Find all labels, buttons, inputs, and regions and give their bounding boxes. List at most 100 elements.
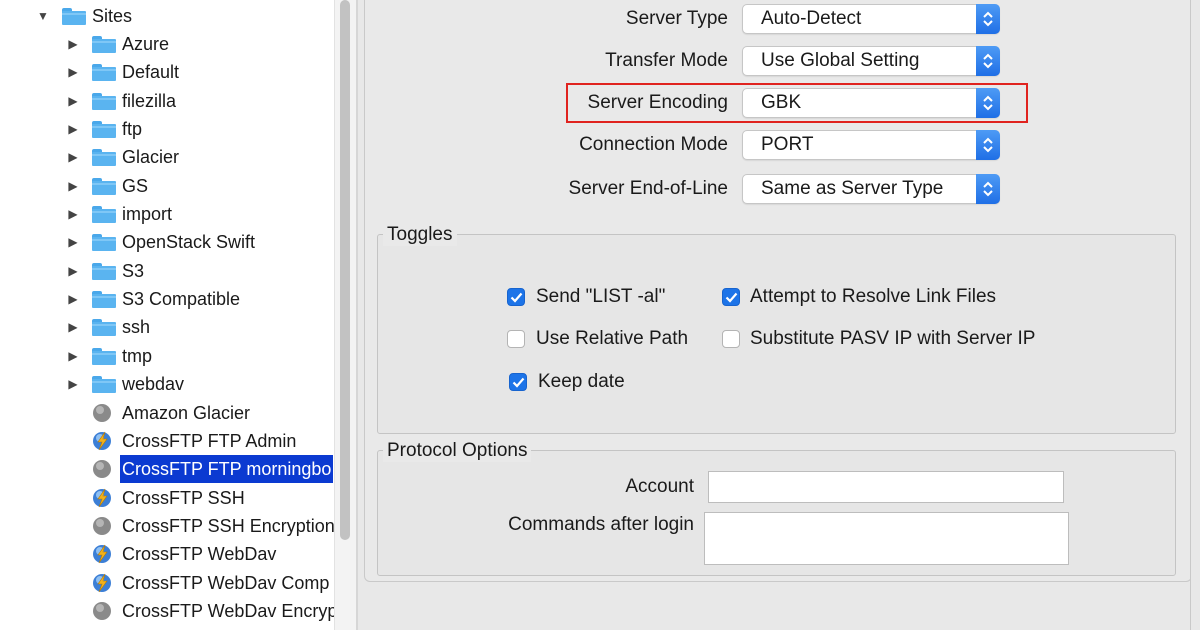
account-input[interactable] xyxy=(708,471,1064,503)
gray-globe-icon xyxy=(93,517,111,535)
collapse-arrow-icon[interactable]: ▼ xyxy=(36,2,50,30)
folder-icon xyxy=(92,93,116,110)
substitute-pasv-checkbox[interactable] xyxy=(722,330,740,348)
tree-site-label: CrossFTP FTP morningbo xyxy=(120,455,334,483)
server-type-select[interactable]: Auto-Detect xyxy=(742,4,1000,34)
folder-icon xyxy=(92,64,116,81)
tree-folder-label: ftp xyxy=(122,119,143,139)
tree-folder[interactable]: ▶ S3 Compatible xyxy=(0,285,334,313)
tree-site[interactable]: CrossFTP SSH Encryption xyxy=(0,512,334,540)
commands-after-login-label: Commands after login xyxy=(508,514,694,535)
toggles-title: Toggles xyxy=(383,224,457,246)
tree-folder-label: S3 xyxy=(122,261,145,281)
tree-folder[interactable]: ▶ ftp xyxy=(0,115,334,143)
gray-globe-icon xyxy=(93,602,111,620)
checkmark-icon xyxy=(725,292,738,303)
commands-after-login-textarea[interactable] xyxy=(704,512,1069,565)
tree-site[interactable]: CrossFTP WebDav Comp xyxy=(0,569,334,597)
expand-arrow-icon[interactable]: ▶ xyxy=(66,87,80,115)
tree-folder[interactable]: ▶ ssh xyxy=(0,313,334,341)
chevron-updown-icon[interactable] xyxy=(976,46,1000,76)
tree-folder[interactable]: ▶ import xyxy=(0,200,334,228)
transfer-mode-value: Use Global Setting xyxy=(761,50,920,71)
tree-root-sites[interactable]: ▼ Sites xyxy=(0,2,334,30)
server-eol-value: Same as Server Type xyxy=(761,178,944,199)
folder-icon xyxy=(92,149,116,166)
expand-arrow-icon[interactable]: ▶ xyxy=(66,143,80,171)
account-label: Account xyxy=(625,476,694,497)
transfer-mode-select[interactable]: Use Global Setting xyxy=(742,46,1000,76)
expand-arrow-icon[interactable]: ▶ xyxy=(66,257,80,285)
expand-arrow-icon[interactable]: ▶ xyxy=(66,313,80,341)
server-eol-label: Server End-of-Line xyxy=(568,178,728,199)
folder-icon xyxy=(92,36,116,53)
folder-icon xyxy=(92,291,116,308)
expand-arrow-icon[interactable]: ▶ xyxy=(66,342,80,370)
expand-arrow-icon[interactable]: ▶ xyxy=(66,200,80,228)
chevron-updown-icon[interactable] xyxy=(976,174,1000,204)
expand-arrow-icon[interactable]: ▶ xyxy=(66,285,80,313)
tree-folder[interactable]: ▶ S3 xyxy=(0,257,334,285)
expand-arrow-icon[interactable]: ▶ xyxy=(66,228,80,256)
folder-icon xyxy=(92,376,116,393)
tree-folder[interactable]: ▶ Default xyxy=(0,58,334,86)
tree-site[interactable]: CrossFTP WebDav xyxy=(0,540,334,568)
tree-folder[interactable]: ▶ Azure xyxy=(0,30,334,58)
substitute-pasv-label[interactable]: Substitute PASV IP with Server IP xyxy=(750,328,1035,350)
folder-icon xyxy=(92,206,116,223)
tree-site-label: CrossFTP WebDav Comp xyxy=(122,573,330,593)
tree-folder-label: S3 Compatible xyxy=(122,289,241,309)
tree-folder[interactable]: ▶ OpenStack Swift xyxy=(0,228,334,256)
tree-site[interactable]: Amazon Glacier xyxy=(0,399,334,427)
lightning-globe-icon xyxy=(93,544,111,564)
expand-arrow-icon[interactable]: ▶ xyxy=(66,115,80,143)
expand-arrow-icon[interactable]: ▶ xyxy=(66,58,80,86)
tree-site-selected[interactable]: CrossFTP FTP morningbo xyxy=(0,455,334,483)
tree-folder[interactable]: ▶ tmp xyxy=(0,342,334,370)
tree-site[interactable]: CrossFTP WebDav Encryp xyxy=(0,597,334,625)
tree-folder[interactable]: ▶ webdav xyxy=(0,370,334,398)
tree-site[interactable]: CrossFTP FTP Admin xyxy=(0,427,334,455)
relative-path-label[interactable]: Use Relative Path xyxy=(536,328,688,350)
tree-folder[interactable]: ▶ filezilla xyxy=(0,87,334,115)
connection-mode-select[interactable]: PORT xyxy=(742,130,1000,160)
transfer-mode-label: Transfer Mode xyxy=(605,50,728,71)
keep-date-label[interactable]: Keep date xyxy=(538,371,625,393)
tree-site[interactable]: CrossFTP SSH xyxy=(0,484,334,512)
tree-folder-label: import xyxy=(122,204,173,224)
resolve-links-checkbox[interactable] xyxy=(722,288,740,306)
folder-icon xyxy=(92,263,116,280)
folder-icon xyxy=(62,8,86,25)
tree-folder-label: Default xyxy=(122,62,180,82)
tree-folder-label: filezilla xyxy=(122,91,177,111)
chevron-updown-icon[interactable] xyxy=(976,4,1000,34)
expand-arrow-icon[interactable]: ▶ xyxy=(66,370,80,398)
send-list-label[interactable]: Send "LIST -al" xyxy=(536,286,665,308)
tree-folder-label: Glacier xyxy=(122,147,180,167)
protocol-options-title: Protocol Options xyxy=(383,440,532,462)
tree-site-label: CrossFTP SSH xyxy=(122,488,245,508)
connection-mode-value: PORT xyxy=(761,134,814,155)
tree-folder[interactable]: ▶ Glacier xyxy=(0,143,334,171)
tree-folder-label: GS xyxy=(122,176,149,196)
tree-scrollbar-thumb[interactable] xyxy=(340,0,350,540)
server-type-label: Server Type xyxy=(625,8,728,29)
expand-arrow-icon[interactable]: ▶ xyxy=(66,30,80,58)
server-eol-select[interactable]: Same as Server Type xyxy=(742,174,1000,204)
tree-site-label: Amazon Glacier xyxy=(122,403,251,423)
folder-icon xyxy=(92,121,116,138)
relative-path-checkbox[interactable] xyxy=(507,330,525,348)
keep-date-checkbox[interactable] xyxy=(509,373,527,391)
tree-folder-label: ssh xyxy=(122,317,151,337)
expand-arrow-icon[interactable]: ▶ xyxy=(66,172,80,200)
gray-globe-icon xyxy=(93,404,111,422)
tree-site-label: CrossFTP SSH Encryption xyxy=(122,516,334,536)
chevron-updown-icon[interactable] xyxy=(976,130,1000,160)
lightning-globe-icon xyxy=(93,431,111,451)
send-list-checkbox[interactable] xyxy=(507,288,525,306)
checkmark-icon xyxy=(512,377,525,388)
resolve-links-label[interactable]: Attempt to Resolve Link Files xyxy=(750,286,996,308)
site-tree: ▼ Sites ▶ Azure ▶ Default ▶ filezilla ▶ … xyxy=(0,0,334,630)
tree-folder[interactable]: ▶ GS xyxy=(0,172,334,200)
folder-icon xyxy=(92,178,116,195)
